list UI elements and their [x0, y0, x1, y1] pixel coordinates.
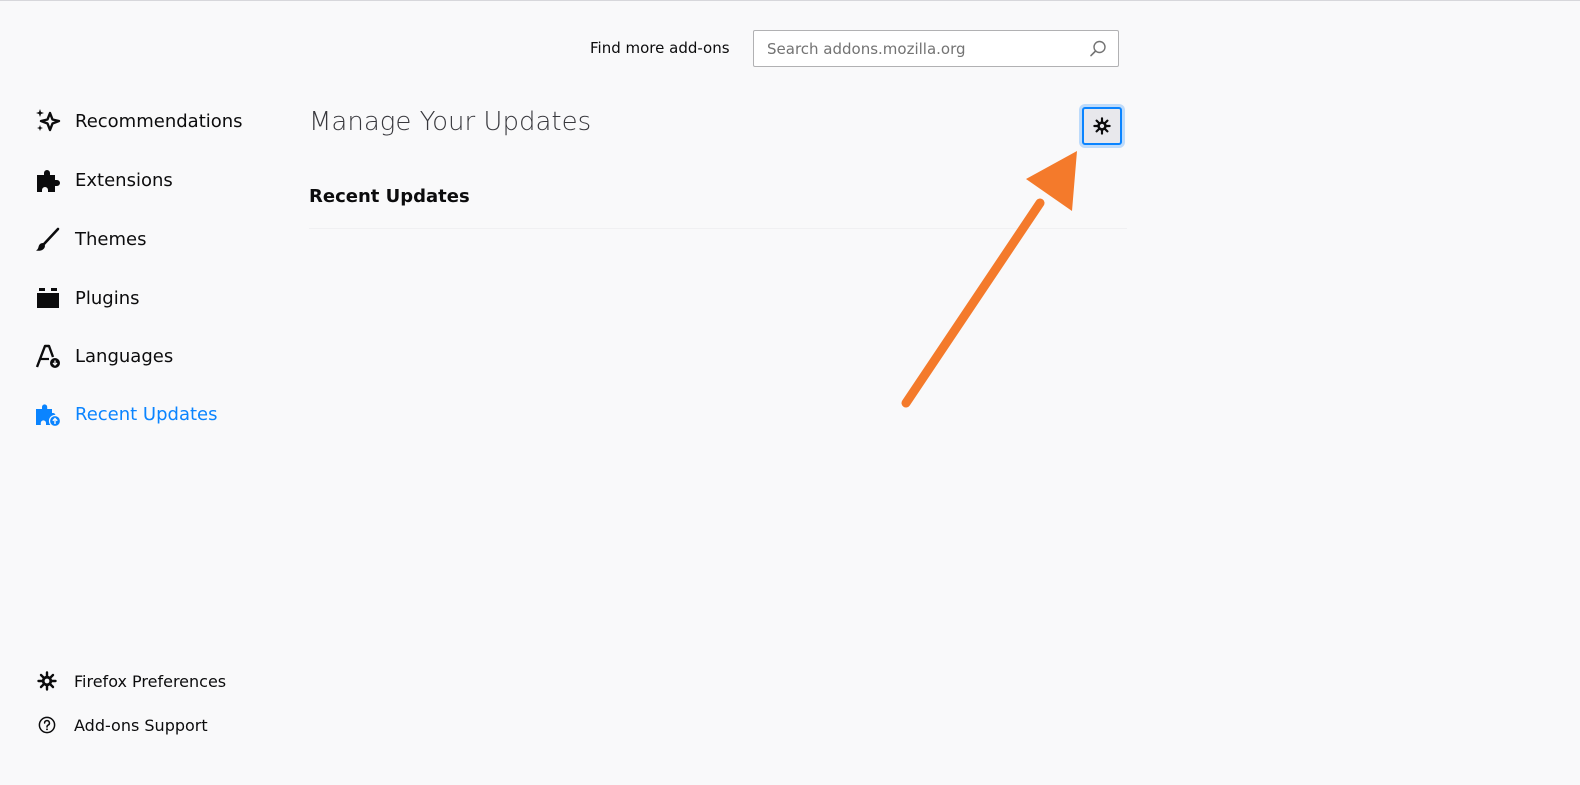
search-icon[interactable]: [1088, 39, 1108, 59]
sidebar-item-languages[interactable]: Languages: [34, 339, 173, 373]
help-icon: [36, 714, 58, 736]
sidebar-item-extensions[interactable]: Extensions: [34, 163, 173, 197]
addons-manager-page: Find more add-ons Recommendations: [0, 0, 1580, 785]
sidebar-item-label: Extensions: [75, 169, 173, 191]
firefox-preferences-link[interactable]: Firefox Preferences: [36, 667, 226, 695]
divider: [309, 228, 1127, 229]
find-more-label: Find more add-ons: [590, 39, 730, 57]
plugin-icon: [34, 284, 62, 312]
sidebar-item-label: Recent Updates: [75, 403, 218, 425]
brush-icon: [34, 225, 62, 253]
search-box[interactable]: [753, 30, 1119, 67]
addons-support-link[interactable]: Add-ons Support: [36, 711, 208, 739]
sidebar-item-plugins[interactable]: Plugins: [34, 281, 139, 315]
gear-icon: [1093, 117, 1111, 135]
section-title: Recent Updates: [309, 186, 470, 207]
footer-link-label: Firefox Preferences: [74, 671, 227, 691]
sidebar: Recommendations Extensions Themes Plugin…: [0, 1, 290, 785]
sidebar-item-label: Languages: [75, 345, 174, 367]
sidebar-item-label: Themes: [75, 228, 147, 250]
sidebar-item-recent-updates[interactable]: Recent Updates: [34, 397, 218, 431]
gear-icon: [36, 670, 58, 692]
page-title: Manage Your Updates: [309, 107, 592, 137]
sidebar-item-themes[interactable]: Themes: [34, 222, 146, 256]
footer-link-label: Add-ons Support: [74, 715, 208, 735]
sidebar-item-label: Plugins: [75, 287, 140, 309]
tools-gear-button[interactable]: [1082, 107, 1122, 145]
recent-updates-icon: [34, 400, 62, 428]
sparkle-icon: [34, 107, 62, 135]
sidebar-item-label: Recommendations: [75, 110, 243, 132]
search-input[interactable]: [754, 31, 1087, 66]
sidebar-item-recommendations[interactable]: Recommendations: [34, 104, 243, 138]
language-icon: [34, 342, 62, 370]
puzzle-icon: [34, 166, 62, 194]
